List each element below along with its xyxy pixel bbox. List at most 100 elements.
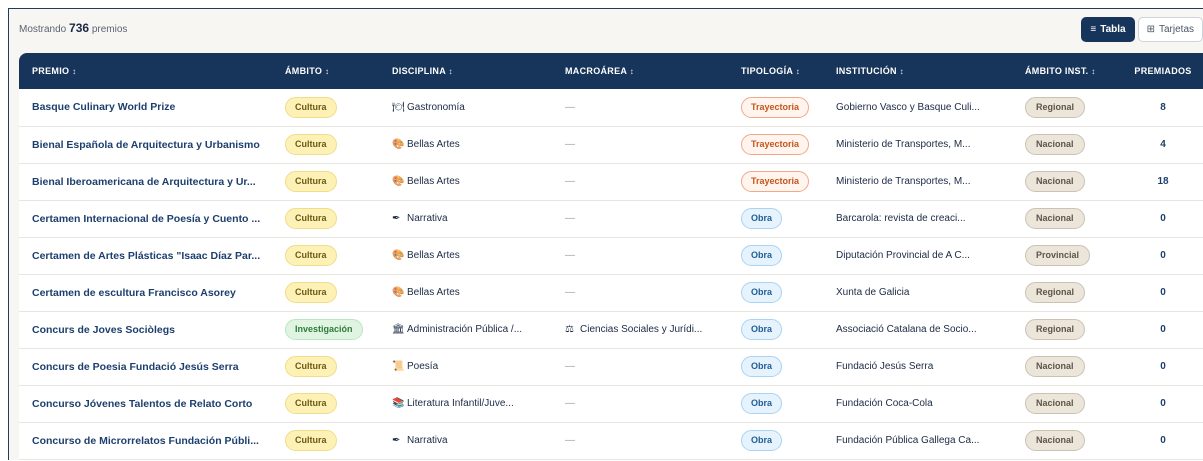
discipline-label: Poesía xyxy=(407,361,439,372)
discipline-label: Bellas Artes xyxy=(407,250,460,261)
award-name-link[interactable]: Bienal Iberoamericana de Arquitectura y … xyxy=(32,176,256,188)
sort-icon: ↕ xyxy=(72,67,77,76)
table-header-row: PREMIO ↕ ÁMBITO ↕ DISCIPLINA ↕ MACROÁREA ↕ T… xyxy=(19,53,1203,89)
macroarea-icon: ⚖ xyxy=(565,324,574,335)
award-name-link[interactable]: Concurso Jóvenes Talentos de Relato Cort… xyxy=(32,398,252,410)
column-header-disciplina[interactable]: DISCIPLINA ↕ xyxy=(379,53,552,89)
scope-cell: Cultura xyxy=(272,163,379,200)
institution-scope-cell: Regional xyxy=(1012,311,1122,348)
table-row[interactable]: Certamen de Artes Plásticas "Isaac Díaz … xyxy=(19,237,1203,274)
table-view-button[interactable]: ≡ Tabla xyxy=(1081,17,1135,42)
awardees-count: 8 xyxy=(1160,101,1166,113)
typology-cell: Obra xyxy=(728,422,823,459)
table-row[interactable]: Concurs de Joves Sociòlegs Investigación 🏛… xyxy=(19,311,1203,348)
institution-scope-badge: Regional xyxy=(1025,96,1086,118)
award-name-link[interactable]: Basque Culinary World Prize xyxy=(32,101,175,113)
institution-label: Xunta de Galicia xyxy=(836,287,910,298)
table-row[interactable]: Certamen de escultura Francisco Asorey Cu… xyxy=(19,274,1203,311)
awardees-count: 0 xyxy=(1160,435,1166,446)
scope-cell: Cultura xyxy=(272,200,379,237)
typology-badge: Obra xyxy=(741,393,783,414)
results-count-value: 736 xyxy=(69,21,90,35)
scope-cell: Cultura xyxy=(272,126,379,163)
award-name-link[interactable]: Certamen de Artes Plásticas "Isaac Díaz … xyxy=(32,250,260,262)
institution-scope-cell: Nacional xyxy=(1012,126,1122,163)
institution-label: Fundación Pública Gallega Ca... xyxy=(836,435,980,446)
award-name-cell: Certamen de Artes Plásticas "Isaac Díaz … xyxy=(19,237,272,274)
institution-label: Ministerio de Transportes, M... xyxy=(836,139,971,150)
discipline-label: Literatura Infantil/Juve... xyxy=(407,398,514,409)
institution-cell: Diputación Provincial de A C... xyxy=(823,237,1012,274)
table-row[interactable]: Certamen Internacional de Poesía y Cuent… xyxy=(19,200,1203,237)
sort-icon: ↕ xyxy=(324,67,330,76)
awards-panel: Mostrando 736 premios ≡ Tabla ⊞ Tarjetas… xyxy=(8,8,1203,461)
macroarea-cell: — xyxy=(552,237,728,274)
institution-scope-cell: Nacional xyxy=(1012,422,1122,459)
macroarea-cell: — xyxy=(552,385,728,422)
award-name-cell: Concurso Jóvenes Talentos de Relato Cort… xyxy=(19,385,272,422)
column-header-tipologia[interactable]: TIPOLOGÍA ↕ xyxy=(728,53,823,89)
discipline-label: Administración Pública /... xyxy=(407,324,523,335)
institution-cell: Fundación Pública Gallega Ca... xyxy=(823,422,1012,459)
typology-badge: Trayectoria xyxy=(741,96,810,118)
award-name-link[interactable]: Certamen Internacional de Poesía y Cuent… xyxy=(32,213,260,225)
award-name-link[interactable]: Concurso de Microrrelatos Fundación Públ… xyxy=(32,435,259,447)
institution-scope-badge: Nacional xyxy=(1025,356,1085,377)
macroarea-label: — xyxy=(565,139,575,150)
award-name-link[interactable]: Concurs de Joves Sociòlegs xyxy=(32,324,175,336)
scope-cell: Cultura xyxy=(272,237,379,274)
institution-label: Fundació Jesús Serra xyxy=(836,361,934,372)
table-row[interactable]: Concurso Jóvenes Talentos de Relato Cort… xyxy=(19,385,1203,422)
column-header-ambito[interactable]: ÁMBITO ↕ xyxy=(272,53,379,89)
table-row[interactable]: Concurso de Microrrelatos Fundación Públ… xyxy=(19,422,1203,459)
award-name-link[interactable]: Certamen de escultura Francisco Asorey xyxy=(32,287,236,299)
cards-view-button[interactable]: ⊞ Tarjetas xyxy=(1137,17,1203,42)
discipline-cell: ✒ Narrativa xyxy=(379,422,552,459)
discipline-icon: ✒ xyxy=(392,435,401,446)
table-row[interactable]: Bienal Iberoamericana de Arquitectura y … xyxy=(19,163,1203,200)
typology-badge: Obra xyxy=(741,319,783,340)
institution-label: Diputación Provincial de A C... xyxy=(836,250,970,261)
table-row[interactable]: Basque Culinary World Prize Cultura 🍽 Gastr… xyxy=(19,89,1203,126)
typology-cell: Obra xyxy=(728,385,823,422)
column-header-institucion[interactable]: INSTITUCIÓN ↕ xyxy=(823,53,1012,89)
table-row[interactable]: Bienal Española de Arquitectura y Urbani… xyxy=(19,126,1203,163)
discipline-cell: 🎨 Bellas Artes xyxy=(379,237,552,274)
typology-cell: Obra xyxy=(728,237,823,274)
macroarea-cell: — xyxy=(552,422,728,459)
column-header-premiados[interactable]: PREMIADOS xyxy=(1122,53,1203,89)
award-name-cell: Basque Culinary World Prize xyxy=(19,89,272,126)
award-name-link[interactable]: Concurs de Poesia Fundació Jesús Serra xyxy=(32,361,239,373)
discipline-label: Bellas Artes xyxy=(407,176,460,187)
macroarea-cell: — xyxy=(552,200,728,237)
view-toggle: ≡ Tabla ⊞ Tarjetas xyxy=(1081,17,1203,42)
award-name-link[interactable]: Bienal Española de Arquitectura y Urbani… xyxy=(32,139,260,151)
discipline-label: Narrativa xyxy=(407,213,448,224)
discipline-cell: 🍽 Gastronomía xyxy=(379,89,552,126)
discipline-icon: 🎨 xyxy=(392,287,405,298)
discipline-cell: 📚 Literatura Infantil/Juve... xyxy=(379,385,552,422)
institution-scope-cell: Provincial xyxy=(1012,237,1122,274)
list-icon: ≡ xyxy=(1090,24,1097,35)
results-count: Mostrando 736 premios xyxy=(19,21,128,35)
sort-icon: ↕ xyxy=(899,67,904,76)
discipline-label: Bellas Artes xyxy=(407,287,460,298)
column-header-macroarea[interactable]: MACROÁREA ↕ xyxy=(552,53,728,89)
typology-badge: Trayectoria xyxy=(741,171,810,192)
awardees-count: 0 xyxy=(1160,361,1166,372)
institution-scope-cell: Nacional xyxy=(1012,200,1122,237)
institution-scope-badge: Nacional xyxy=(1025,171,1085,192)
column-header-ambito-inst[interactable]: ÁMBITO INST. ↕ xyxy=(1012,53,1122,89)
discipline-label: Narrativa xyxy=(407,435,448,446)
typology-badge: Trayectoria xyxy=(741,134,810,155)
scope-badge: Cultura xyxy=(285,245,337,266)
awards-table: PREMIO ↕ ÁMBITO ↕ DISCIPLINA ↕ MACROÁREA ↕ T… xyxy=(19,53,1203,460)
table-row[interactable]: Concurs de Poesia Fundació Jesús Serra Cu… xyxy=(19,348,1203,385)
institution-scope-cell: Regional xyxy=(1012,89,1122,126)
scope-cell: Cultura xyxy=(272,89,379,126)
institution-scope-cell: Nacional xyxy=(1012,163,1122,200)
typology-badge: Obra xyxy=(741,282,783,303)
sort-icon: ↕ xyxy=(629,67,634,76)
column-header-premio[interactable]: PREMIO ↕ xyxy=(19,53,272,89)
award-name-cell: Concurs de Poesia Fundació Jesús Serra xyxy=(19,348,272,385)
